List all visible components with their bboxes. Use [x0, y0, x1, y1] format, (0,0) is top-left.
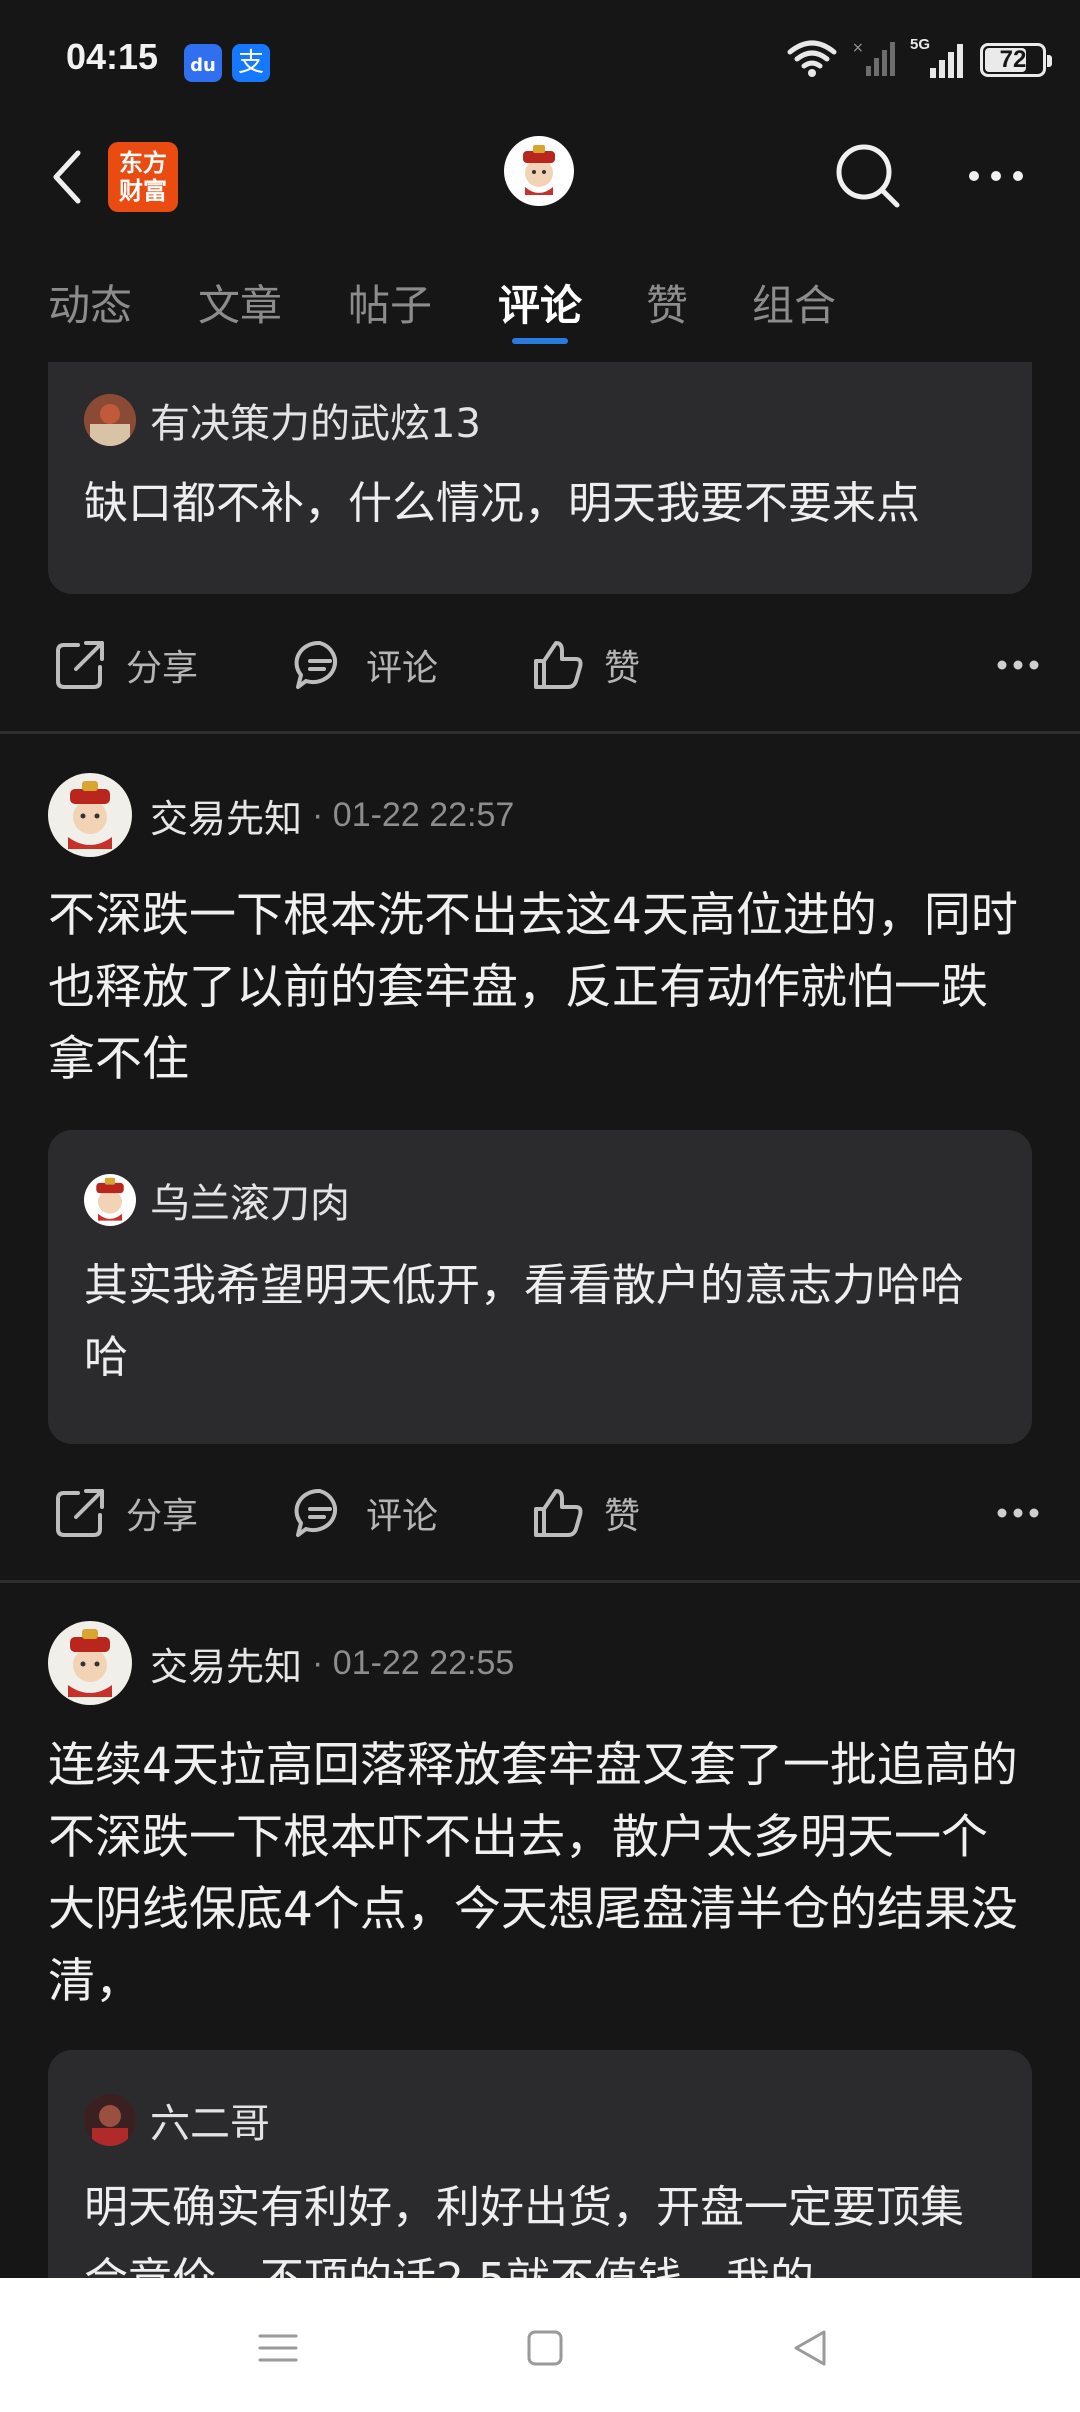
back-button[interactable] [40, 142, 96, 212]
share-label: 分享 [126, 648, 199, 689]
quoted-comment-header: 有决策力的武炫13 [84, 390, 996, 450]
profile-tabs: 动态 文章 帖子 评论 赞 组合 [0, 250, 1080, 360]
like-label: 赞 [604, 648, 641, 689]
recents-button[interactable] [248, 2318, 308, 2378]
share-button[interactable]: 分享 [52, 1468, 198, 1558]
alipay-icon-glyph: 支 [237, 48, 264, 78]
feed-divider [0, 1580, 1080, 1583]
post-text[interactable]: 不深跌一下根本洗不出去这4天高位进的，同时也释放了以前的套牢盘，反正有动作就怕一… [48, 880, 1032, 1096]
share-label: 分享 [126, 1496, 199, 1537]
thumbs-up-icon [534, 641, 583, 689]
post-timestamp: · 01-22 22:57 [312, 795, 515, 834]
user-avatar[interactable] [84, 394, 136, 446]
logo-line-2: 财富 [119, 177, 167, 205]
triangle-back-icon [794, 2330, 826, 2366]
eastmoney-logo[interactable]: 东方 财富 [108, 142, 178, 212]
search-button[interactable] [828, 136, 908, 216]
quoted-username[interactable]: 乌兰滚刀肉 [150, 1171, 350, 1229]
signal-muted-icon: × [852, 38, 896, 82]
action-bar: 分享 评论 赞 [0, 1468, 1080, 1558]
comment-button[interactable]: 评论 [292, 620, 438, 710]
more-dots-icon [997, 660, 1039, 670]
post-username[interactable]: 交易先知 [150, 788, 302, 843]
square-home-icon [527, 2330, 563, 2366]
share-icon [56, 641, 104, 689]
tab-articles[interactable]: 文章 [198, 272, 282, 333]
home-button[interactable] [515, 2318, 575, 2378]
more-menu-button[interactable] [956, 146, 1036, 206]
tab-comments[interactable]: 评论 [498, 272, 582, 333]
back-nav-button[interactable] [780, 2318, 840, 2378]
comment-icon [294, 640, 338, 689]
logo-line-1: 东方 [119, 149, 167, 177]
quoted-comment-text: 其实我希望明天低开，看看散户的意志力哈哈哈 [84, 1260, 964, 1383]
battery-level: 72 [999, 46, 1027, 73]
like-button[interactable]: 赞 [530, 620, 640, 710]
like-button[interactable]: 赞 [530, 1468, 640, 1558]
status-bar: 04:15 du 支 × 5G 72 [0, 0, 1080, 120]
comment-button[interactable]: 评论 [292, 1468, 438, 1558]
alipay-icon: 支 [232, 44, 270, 82]
battery-icon: 72 [980, 43, 1052, 77]
avatar-photo-icon [84, 394, 136, 446]
action-bar: 分享 评论 赞 [0, 620, 1080, 710]
post-text[interactable]: 连续4天拉高回落释放套牢盘又套了一批追高的不深跌一下根本吓不出去，散户太多明天一… [48, 1730, 1032, 2018]
more-dots-icon [997, 1508, 1039, 1518]
share-button[interactable]: 分享 [52, 620, 198, 710]
user-avatar[interactable] [84, 2094, 136, 2146]
fortune-god-avatar-icon [68, 1629, 112, 1697]
fortune-god-avatar-icon [96, 1177, 124, 1221]
comment-more-button[interactable] [996, 1468, 1040, 1558]
tab-likes[interactable]: 赞 [646, 272, 688, 333]
battery-tip [1047, 55, 1052, 67]
tab-portfolio[interactable]: 组合 [752, 272, 836, 333]
fortune-god-avatar-icon [68, 781, 112, 849]
status-time: 04:15 [66, 36, 159, 77]
signal-5g-icon: 5G [910, 36, 966, 80]
thumbs-up-icon [534, 1489, 583, 1537]
quoted-comment-card[interactable]: 有决策力的武炫13 缺口都不补，什么情况，明天我要不要来点 [48, 362, 1032, 594]
tab-dynamics[interactable]: 动态 [48, 272, 132, 333]
active-tab-indicator [512, 338, 568, 344]
status-indicators: × 5G 72 [786, 36, 1052, 82]
comment-more-button[interactable] [996, 620, 1040, 710]
search-icon [836, 144, 900, 208]
share-icon [56, 1489, 104, 1537]
quoted-username[interactable]: 有决策力的武炫13 [150, 391, 481, 449]
comment-label: 评论 [366, 648, 439, 689]
post-header: 交易先知 · 01-22 22:55 [48, 1618, 514, 1708]
quoted-username[interactable]: 六二哥 [150, 2091, 270, 2149]
more-dots-icon [969, 171, 1023, 181]
quoted-comment-header: 乌兰滚刀肉 [84, 1170, 996, 1230]
avatar-photo-icon [84, 2094, 136, 2146]
post-timestamp: · 01-22 22:55 [312, 1643, 515, 1682]
user-avatar[interactable] [48, 1621, 132, 1705]
fortune-god-avatar-icon [523, 145, 555, 195]
baidu-icon-glyph: du [190, 55, 216, 76]
baidu-icon: du [184, 44, 222, 82]
svg-text:×: × [852, 40, 864, 56]
feed-divider [0, 731, 1080, 734]
wifi-icon [786, 38, 838, 82]
comment-icon [294, 1488, 338, 1537]
tab-posts[interactable]: 帖子 [348, 272, 432, 333]
post-username[interactable]: 交易先知 [150, 1636, 302, 1691]
quoted-comment-header: 六二哥 [84, 2090, 996, 2150]
system-navigation-bar [0, 2278, 1080, 2412]
like-label: 赞 [604, 1496, 641, 1537]
top-bar: 东方 财富 [0, 120, 1080, 230]
comment-label: 评论 [366, 1496, 439, 1537]
quoted-comment-card[interactable]: 乌兰滚刀肉 其实我希望明天低开，看看散户的意志力哈哈哈 [48, 1130, 1032, 1444]
post-header: 交易先知 · 01-22 22:57 [48, 770, 514, 860]
user-avatar[interactable] [48, 773, 132, 857]
menu-lines-icon [258, 2334, 298, 2362]
quoted-comment-text: 缺口都不补，什么情况，明天我要不要来点 [84, 478, 920, 529]
profile-avatar[interactable] [504, 136, 574, 206]
user-avatar[interactable] [84, 1174, 136, 1226]
back-arrow-icon [53, 150, 81, 204]
